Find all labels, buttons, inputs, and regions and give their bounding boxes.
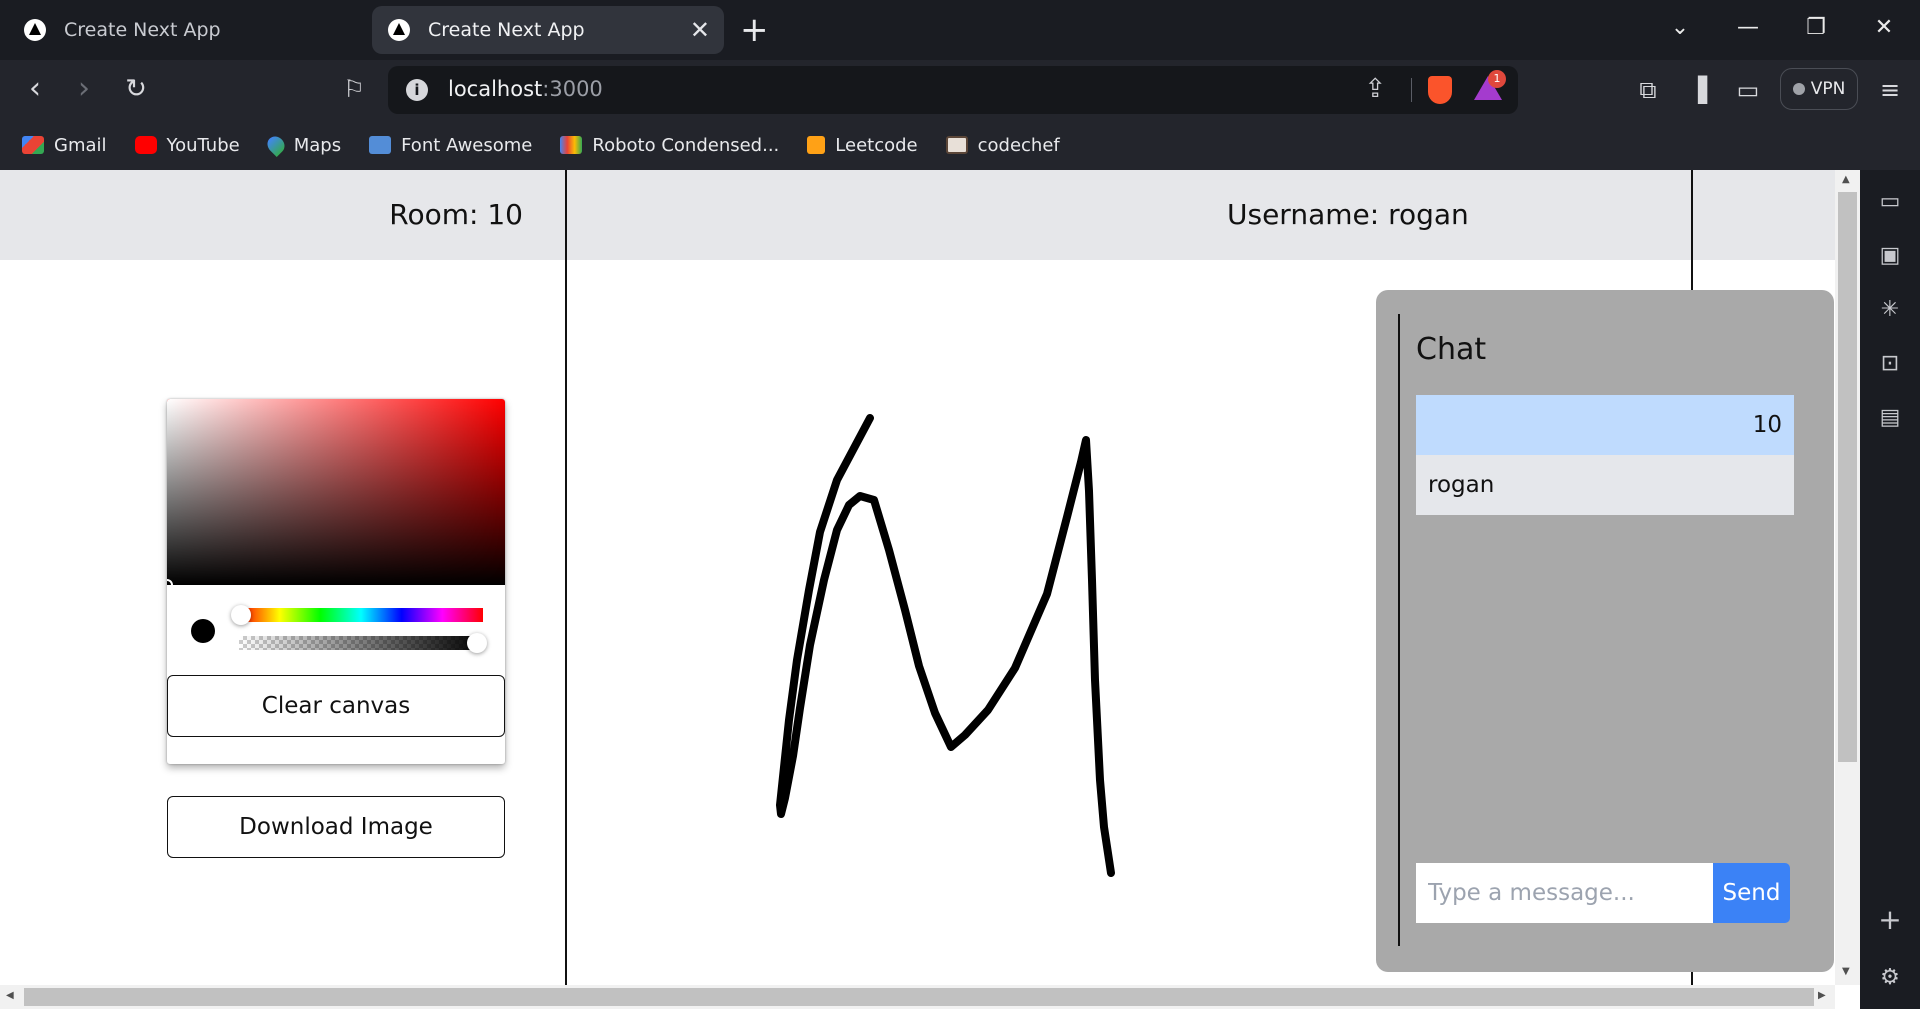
share-icon[interactable]: ⇪ <box>1364 74 1386 104</box>
alpha-slider[interactable] <box>239 636 483 650</box>
user-header: Username: rogan <box>567 170 1835 260</box>
new-tab-button[interactable]: + <box>740 10 769 50</box>
vpn-button[interactable]: VPN <box>1780 68 1858 110</box>
bookmark-gmail[interactable]: Gmail <box>22 135 107 156</box>
alpha-slider-handle[interactable] <box>467 633 487 653</box>
send-button[interactable]: Send <box>1713 863 1790 923</box>
forward-arrow-icon[interactable]: › <box>64 70 104 110</box>
rewards-badge: 1 <box>1488 70 1506 88</box>
browser-toolbar: ‹ › ↻ ⚐ i localhost:3000 ⇪ 1 ⧉ ▐ ▭ VPN ≡ <box>0 60 1920 120</box>
scroll-right-icon[interactable]: ▶ <box>1818 990 1826 1001</box>
download-image-button[interactable]: Download Image <box>167 796 505 858</box>
page-viewport: Room: 10 Username: rogan #000000 HEX ︿﹀ … <box>0 170 1835 985</box>
chat-message-other: rogan <box>1416 455 1794 515</box>
username-label: Username: rogan <box>1227 198 1469 231</box>
add-panel-icon[interactable]: + <box>1876 906 1904 934</box>
vertical-scroll-thumb[interactable] <box>1838 192 1857 762</box>
scroll-up-icon[interactable]: ▲ <box>1842 174 1850 185</box>
close-tab-icon[interactable]: ✕ <box>690 16 710 44</box>
chat-border <box>1398 314 1400 946</box>
tab-strip: Create Next App Create Next App ✕ + ⌄ — … <box>0 0 1920 60</box>
flag-icon <box>369 136 392 154</box>
tab-search-chevron-icon[interactable]: ⌄ <box>1660 8 1700 48</box>
tab-title: Create Next App <box>428 19 585 41</box>
scroll-down-icon[interactable]: ▼ <box>1842 966 1850 977</box>
browser-side-panel: ▭ ▣ ✳ ⊡ ▤ + ⚙ <box>1860 170 1920 1009</box>
address-bar[interactable]: i localhost:3000 ⇪ 1 <box>388 66 1518 114</box>
room-label: Room: 10 <box>389 198 523 231</box>
hue-slider-handle[interactable] <box>231 605 251 625</box>
bookmark-font-awesome[interactable]: Font Awesome <box>369 135 532 156</box>
vertical-scrollbar[interactable]: ▲ ▼ <box>1835 170 1860 985</box>
nextjs-favicon-icon <box>24 19 46 41</box>
divider <box>1411 78 1412 102</box>
bookmark-leetcode[interactable]: Leetcode <box>807 135 918 156</box>
browser-tab-active[interactable]: Create Next App ✕ <box>372 6 724 54</box>
gmail-icon <box>22 136 44 154</box>
bookmark-maps[interactable]: Maps <box>263 132 341 158</box>
bookmarks-bar: Gmail YouTube Maps Font Awesome Roboto C… <box>0 120 1920 170</box>
chat-message-self: 10 <box>1416 395 1794 455</box>
brave-shields-icon[interactable] <box>1428 76 1452 104</box>
youtube-icon <box>134 136 157 154</box>
bookmark-roboto-condensed[interactable]: Roboto Condensed... <box>560 135 779 156</box>
leetcode-icon <box>807 136 826 154</box>
scroll-left-icon[interactable]: ◀ <box>6 990 14 1001</box>
site-info-icon[interactable]: i <box>406 79 428 101</box>
horizontal-scroll-thumb[interactable] <box>24 988 1814 1006</box>
back-arrow-icon[interactable]: ‹ <box>15 70 55 110</box>
reload-icon[interactable]: ↻ <box>116 70 156 110</box>
hue-slider[interactable] <box>239 608 483 622</box>
reading-list-icon[interactable]: ▤ <box>1876 404 1904 432</box>
minimize-icon[interactable]: — <box>1728 8 1768 48</box>
bookmark-codechef[interactable]: codechef <box>945 135 1060 156</box>
menu-icon[interactable]: ≡ <box>1872 72 1908 108</box>
codechef-icon <box>945 136 968 154</box>
chat-panel: Chat 10 rogan Send <box>1376 290 1834 972</box>
nextjs-favicon-icon <box>388 19 410 41</box>
sidebar-toggle-icon[interactable]: ▐ <box>1680 72 1716 108</box>
tab-title: Create Next App <box>64 19 221 41</box>
clear-canvas-button[interactable]: Clear canvas <box>167 675 505 737</box>
video-call-icon[interactable]: ▭ <box>1876 188 1904 216</box>
url-text[interactable]: localhost:3000 <box>448 77 603 101</box>
current-color-swatch <box>191 619 215 643</box>
browser-tab[interactable]: Create Next App <box>8 6 360 54</box>
restore-icon[interactable]: ❐ <box>1796 8 1836 48</box>
bookmark-icon[interactable]: ⚐ <box>334 70 374 110</box>
chat-message-input[interactable] <box>1416 863 1713 923</box>
bookmark-youtube[interactable]: YouTube <box>134 135 240 156</box>
google-fonts-icon <box>560 136 583 154</box>
settings-gear-icon[interactable]: ⚙ <box>1876 964 1904 992</box>
wallet-icon[interactable]: ▭ <box>1730 72 1766 108</box>
bookmarks-panel-icon[interactable]: ⊡ <box>1876 350 1904 378</box>
vpn-status-icon <box>1792 83 1805 95</box>
saturation-area[interactable] <box>167 399 505 585</box>
maps-icon <box>263 132 288 158</box>
drawn-stroke <box>776 414 1115 877</box>
close-window-icon[interactable]: ✕ <box>1864 8 1904 48</box>
chat-title: Chat <box>1416 332 1487 367</box>
room-header: Room: 10 <box>0 170 565 260</box>
leo-ai-icon[interactable]: ✳ <box>1876 296 1904 324</box>
horizontal-scrollbar[interactable]: ◀ ▶ <box>0 985 1835 1009</box>
extensions-icon[interactable]: ⧉ <box>1630 72 1666 108</box>
wallet-icon[interactable]: ▣ <box>1876 242 1904 270</box>
